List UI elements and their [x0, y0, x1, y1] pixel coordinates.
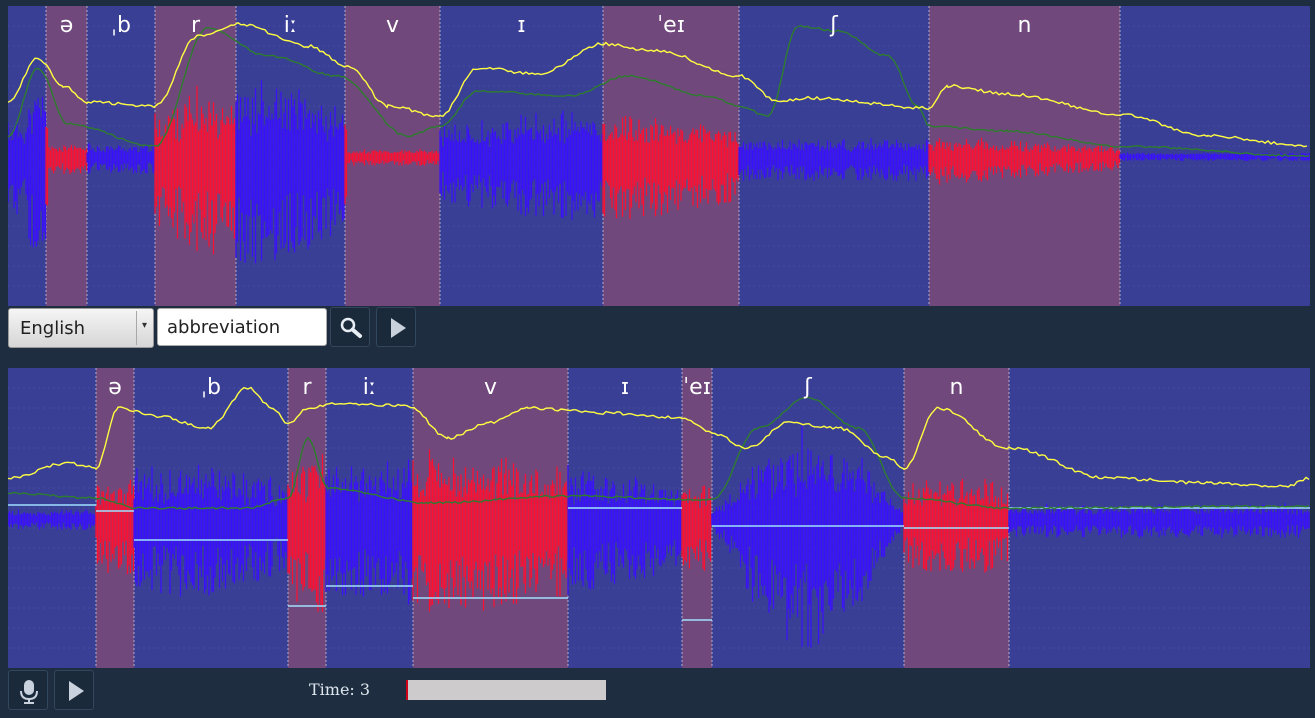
- phoneme-label: ˈeɪ: [657, 13, 685, 38]
- phoneme-label: n: [950, 375, 964, 400]
- waveform-segment: [8, 97, 47, 248]
- waveform-segment: [325, 459, 413, 605]
- phoneme-label: ˈeɪ: [683, 375, 711, 400]
- phoneme-label: ˌb: [201, 375, 221, 400]
- time-label: Time: 3: [309, 680, 371, 699]
- record-button[interactable]: [8, 670, 48, 710]
- waveform-segment: [235, 80, 345, 264]
- magnifier-icon: [340, 317, 362, 338]
- intensity-contour: [8, 386, 1310, 488]
- language-select[interactable]: English ▾: [8, 308, 154, 348]
- chevron-down-icon: ▾: [142, 320, 148, 331]
- phoneme-label: n: [1018, 13, 1032, 38]
- phoneme-label: r: [191, 13, 201, 38]
- progress-fill: [406, 680, 408, 700]
- phoneme-label: v: [386, 13, 399, 38]
- word-input[interactable]: [157, 308, 327, 346]
- phoneme-label: v: [484, 375, 497, 400]
- recording-waveform-panel[interactable]: ə ˌb r iː v ɪ ˈeɪ ʃ n: [8, 368, 1310, 668]
- phoneme-label: r: [302, 375, 312, 400]
- waveform-segment: [711, 425, 904, 648]
- phoneme-label: ə: [108, 375, 122, 400]
- microphone-icon: [20, 680, 38, 704]
- reference-waveform: ə ˌb r iː v ɪ ˈeɪ ʃ n: [8, 6, 1310, 306]
- phoneme-label: iː: [284, 13, 298, 38]
- waveform-segment: [567, 464, 682, 595]
- phoneme-label: ʃ: [803, 375, 812, 400]
- play-triangle-icon: [69, 681, 84, 701]
- phoneme-label: iː: [363, 375, 377, 400]
- phoneme-label: ˌb: [111, 13, 131, 38]
- reference-waveform-panel[interactable]: ə ˌb r iː v ɪ ˈeɪ ʃ n: [8, 6, 1310, 306]
- waveform-segment: [133, 465, 288, 597]
- search-button[interactable]: [330, 307, 370, 347]
- phoneme-label: ə: [60, 13, 74, 38]
- waveform-segment: [738, 138, 929, 181]
- play-triangle-icon: [391, 318, 406, 338]
- phoneme-label: ɪ: [517, 13, 525, 38]
- waveform-segment: [8, 509, 96, 530]
- recording-waveform: ə ˌb r iː v ɪ ˈeɪ ʃ n: [8, 368, 1310, 668]
- recording-progress-bar: [406, 680, 606, 700]
- language-select-value: English: [20, 318, 85, 339]
- waveform-segment: [439, 110, 603, 221]
- play-reference-button[interactable]: [376, 307, 416, 347]
- pitch-contour: [8, 396, 1310, 510]
- waveform-segment: [86, 143, 156, 174]
- select-divider: [136, 311, 137, 345]
- play-recording-button[interactable]: [54, 670, 94, 710]
- waveform-segment: [1119, 152, 1310, 161]
- phoneme-label: ʃ: [829, 13, 838, 38]
- phoneme-label: ɪ: [621, 375, 629, 400]
